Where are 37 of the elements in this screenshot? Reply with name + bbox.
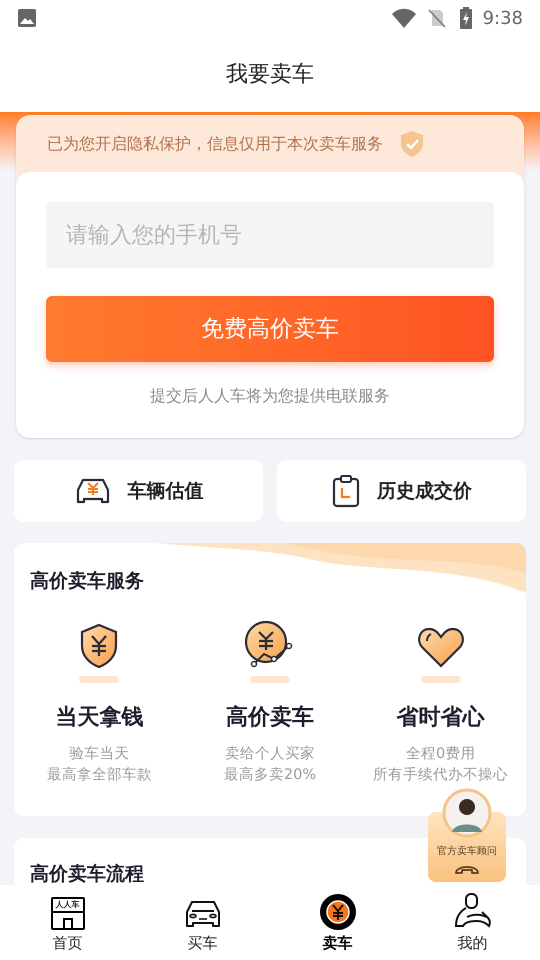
logo-text: 人人车	[54, 898, 80, 910]
advisor-avatar	[442, 788, 492, 838]
service-title: 高价卖车	[226, 704, 314, 732]
service-description: 最高拿全部车款	[46, 766, 152, 786]
icon-shadow	[79, 676, 120, 682]
status-time: 9:38	[482, 6, 523, 30]
wifi-icon	[390, 8, 417, 28]
privacy-notice: 已为您开启隐私保护，信息仅用于本次卖车服务	[47, 132, 383, 154]
nav-tab[interactable]: 人人车 首页	[0, 885, 135, 960]
no-sim-icon	[426, 8, 447, 28]
service-description: 所有手续代办不操心	[373, 766, 508, 786]
yuan-coin-icon	[320, 894, 356, 930]
advisor-label: 官方卖车顾问	[437, 844, 497, 859]
image-icon	[17, 8, 37, 28]
nav-tab[interactable]: 买车	[135, 885, 270, 960]
battery-charging-icon	[458, 7, 473, 29]
service-description: 验车当天	[69, 744, 130, 764]
quick-action-button[interactable]: 历史成交价	[277, 460, 526, 522]
page-title: 我要卖车	[226, 60, 314, 88]
shield-check-icon	[399, 130, 425, 158]
nav-tab[interactable]: 卖车	[270, 885, 405, 960]
nav-tab[interactable]: 我的	[405, 885, 540, 960]
section-title: 高价卖车服务	[30, 570, 144, 592]
service-title: 当天拿钱	[55, 704, 144, 732]
icon-shadow	[250, 676, 290, 682]
person-icon	[452, 892, 492, 930]
service-title: 省时省心	[396, 704, 485, 732]
quick-action-button[interactable]: 车辆估值	[14, 460, 263, 522]
service-description: 卖给个人买家	[224, 744, 315, 764]
service-description: 最高多卖20%	[224, 766, 316, 786]
phone-input-field[interactable]: 请输入您的手机号	[46, 202, 494, 268]
heart-icon	[416, 626, 466, 670]
clipboard-icon	[331, 474, 361, 508]
section-title: 高价卖车流程	[30, 863, 144, 885]
submit-note: 提交后人人车将为您提供电联服务	[150, 385, 390, 407]
icon-shadow	[420, 676, 461, 682]
service-description: 全程0费用	[406, 744, 476, 764]
